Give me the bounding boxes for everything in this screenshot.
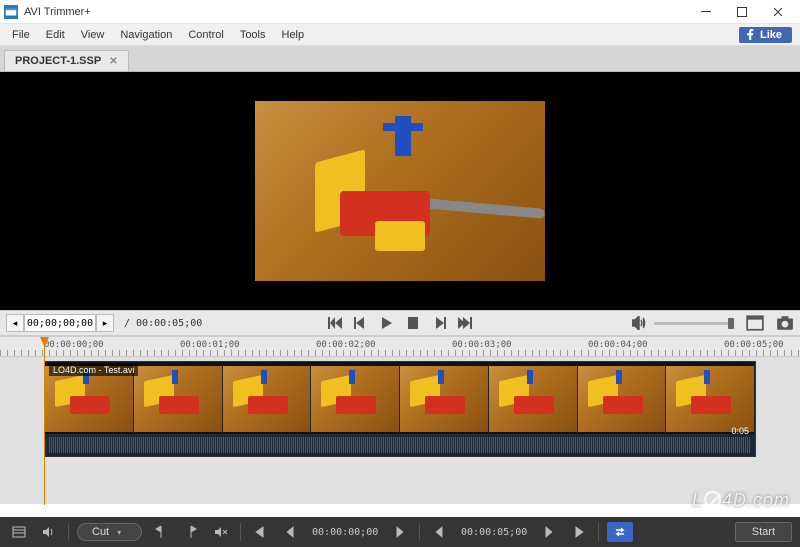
ruler-tick: 00:00:00;00 [44,340,104,350]
clip-label: LO4D.com - Test.avi [49,364,138,376]
window-titlebar: AVI Trimmer+ [0,0,800,24]
menu-navigation[interactable]: Navigation [112,27,180,43]
close-button[interactable] [760,1,796,23]
duration-timecode: / 00:00:05;00 [124,318,202,329]
mark-out-flag-icon[interactable] [180,522,202,542]
mute-icon[interactable] [38,522,60,542]
edit-mode-dropdown[interactable]: Cut [77,523,142,541]
menu-bar: File Edit View Navigation Control Tools … [0,24,800,46]
ruler-tick: 00:00:04;00 [588,340,648,350]
menu-file[interactable]: File [4,27,38,43]
menu-tools[interactable]: Tools [232,27,274,43]
ruler-tick: 00:00:02;00 [316,340,376,350]
audio-mute-icon[interactable] [210,522,232,542]
clip-thumbnail [489,362,578,434]
snapshot-button[interactable] [776,315,794,331]
goto-end-button[interactable] [456,316,474,330]
timeline: 00:00:00;00 00:00:01;00 00:00:02;00 00:0… [0,336,800,504]
volume-slider[interactable] [654,322,734,325]
menu-control[interactable]: Control [180,27,231,43]
tab-close-icon[interactable]: ✕ [109,56,117,67]
maximize-button[interactable] [724,1,760,23]
in-timecode[interactable]: 00:00:00;00 [309,527,381,538]
ruler-tick: 00:00:03;00 [452,340,512,350]
timecode-prev-button[interactable]: ◂ [6,314,24,332]
loop-button[interactable] [607,522,633,542]
video-preview [0,72,800,310]
goto-out-button[interactable] [568,522,590,542]
prev-frame-out-button[interactable] [428,522,450,542]
facebook-icon [745,29,756,40]
goto-in-button[interactable] [249,522,271,542]
window-title: AVI Trimmer+ [24,6,688,18]
step-forward-button[interactable] [430,316,448,330]
clip-duration: 0:05 [731,426,749,436]
goto-start-button[interactable] [326,316,344,330]
mark-in-flag-icon[interactable] [150,522,172,542]
next-frame-button[interactable] [389,522,411,542]
ruler-tick: 00:00:01;00 [180,340,240,350]
clip-thumbnail [134,362,223,434]
start-button[interactable]: Start [735,522,792,542]
project-tab[interactable]: PROJECT-1.SSP ✕ [4,50,129,71]
fb-like-label: Like [760,29,782,41]
step-back-button[interactable] [352,316,370,330]
storyboard-icon[interactable] [8,522,30,542]
play-button[interactable] [378,316,396,330]
menu-view[interactable]: View [73,27,113,43]
app-icon [4,5,18,19]
menu-help[interactable]: Help [274,27,313,43]
menu-edit[interactable]: Edit [38,27,73,43]
next-frame-out-button[interactable] [538,522,560,542]
document-tab-bar: PROJECT-1.SSP ✕ [0,46,800,72]
stop-button[interactable] [404,316,422,330]
edit-mode-label: Cut [92,526,109,538]
playback-bar: ◂ ▸ / 00:00:05;00 [0,310,800,336]
video-clip[interactable]: LO4D.com - Test.avi 0:05 [44,361,756,457]
tab-label: PROJECT-1.SSP [15,55,101,67]
clip-thumbnail [400,362,489,434]
timeline-ruler[interactable]: 00:00:00;00 00:00:01;00 00:00:02;00 00:0… [0,337,800,357]
bottom-toolbar: Cut 00:00:00;00 00:00:05;00 Start [0,517,800,547]
facebook-like-button[interactable]: Like [739,27,792,43]
playhead[interactable] [44,337,45,505]
ruler-tick: 00:00:05;00 [724,340,784,350]
out-timecode[interactable]: 00:00:05;00 [458,527,530,538]
volume-icon[interactable] [632,316,648,330]
audio-waveform [45,434,755,456]
video-frame [255,101,545,281]
current-timecode-input[interactable] [24,314,96,332]
timecode-next-button[interactable]: ▸ [96,314,114,332]
clip-thumbnail [311,362,400,434]
clip-thumbnail [223,362,312,434]
prev-frame-button[interactable] [279,522,301,542]
clip-thumbnail [578,362,667,434]
minimize-button[interactable] [688,1,724,23]
clip-thumbnail [666,362,755,434]
fullscreen-button[interactable] [746,315,764,331]
